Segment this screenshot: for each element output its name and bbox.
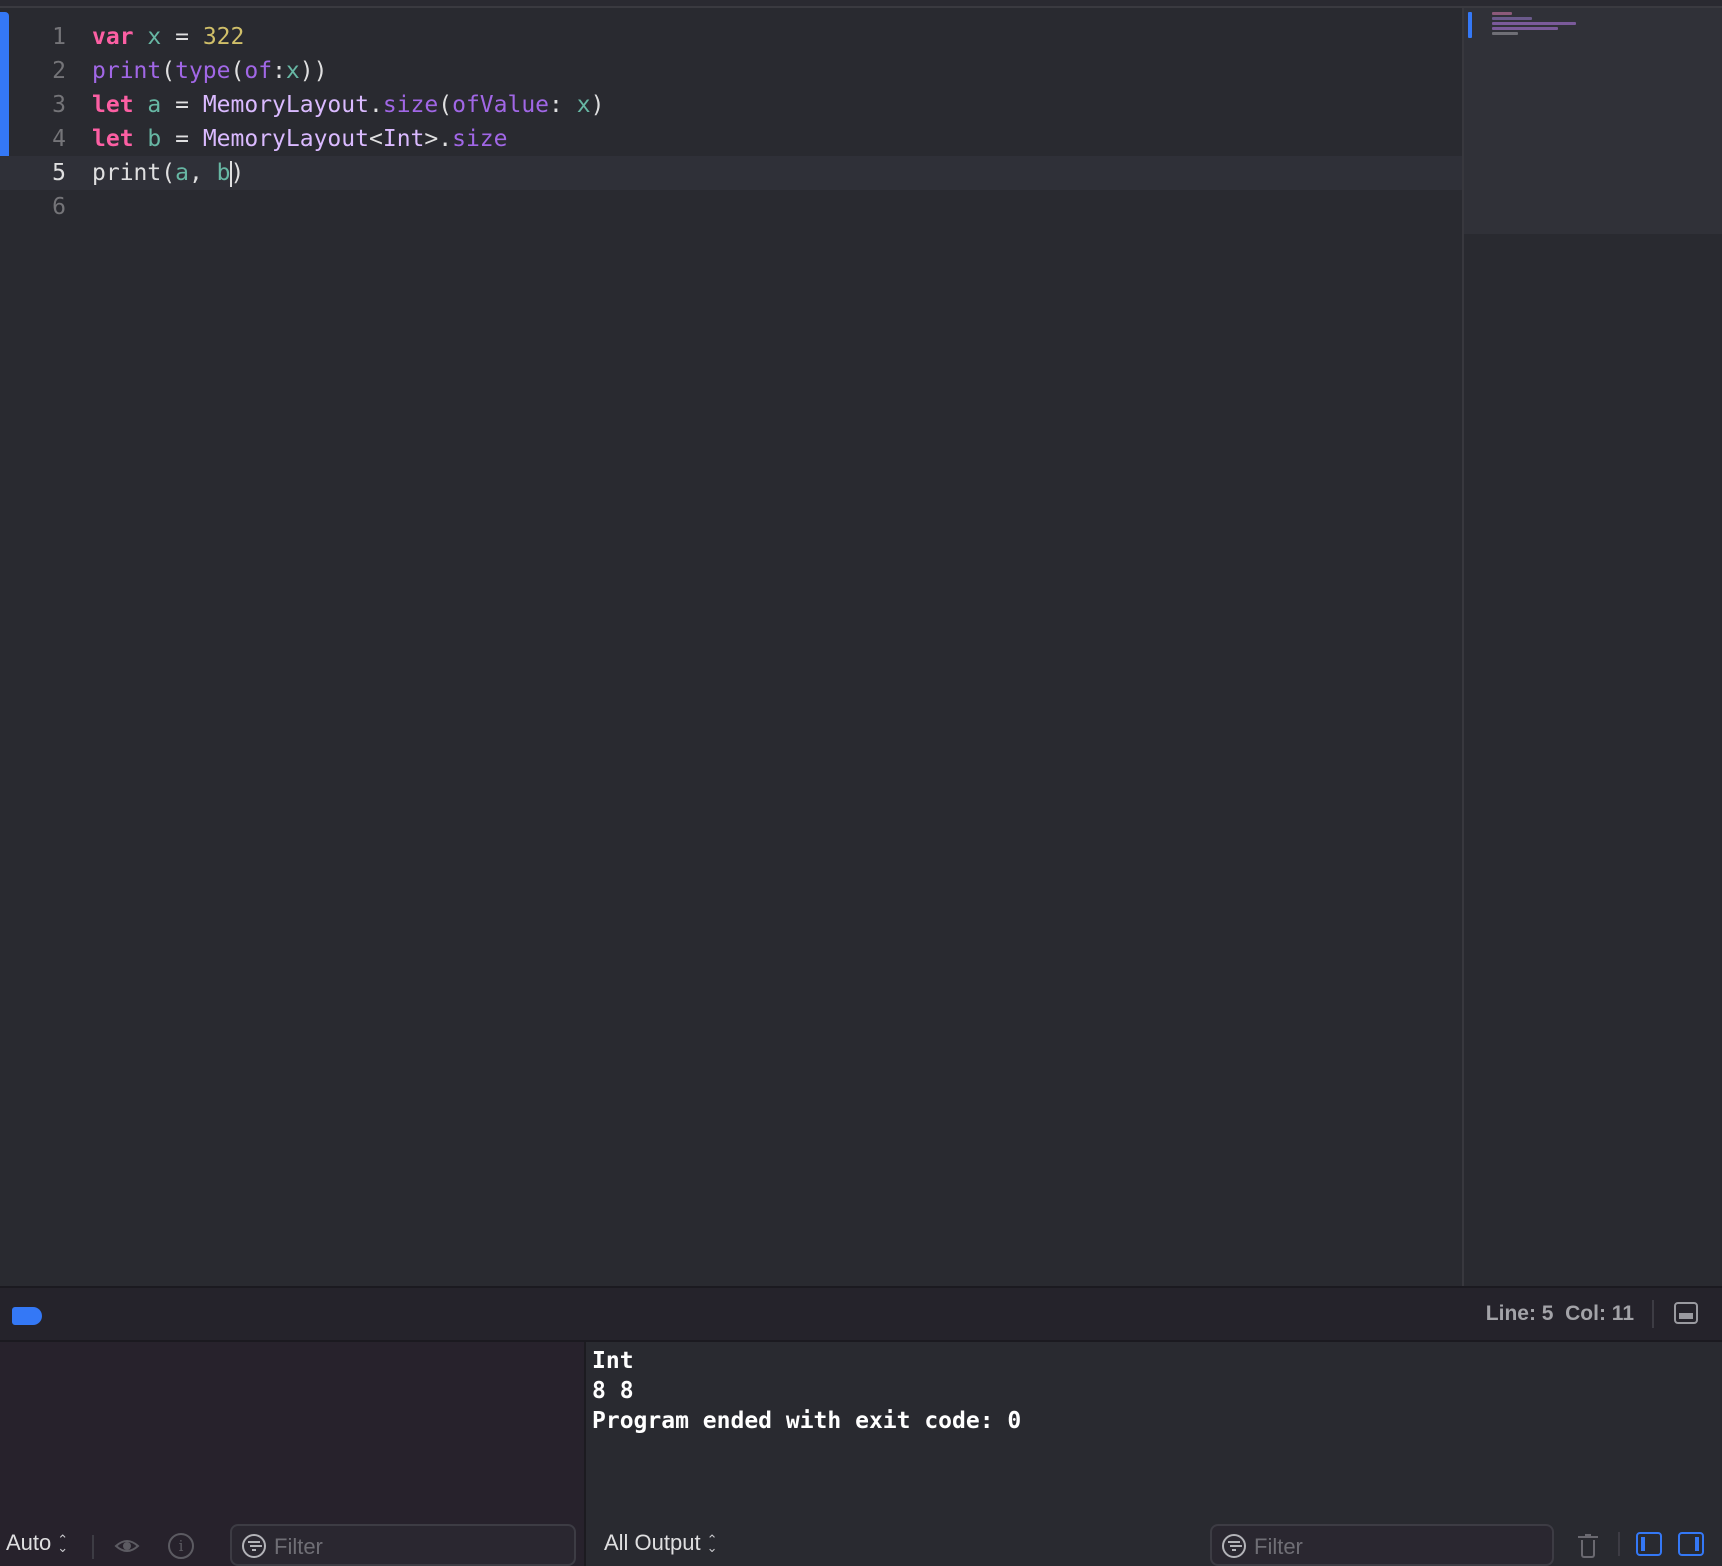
code-token: print [92,160,162,186]
code-token: ( [230,58,245,84]
line-number: 2 [52,58,66,84]
editor-status-bar: Line: 5 Col: 11 [0,1286,1722,1342]
filter-icon [1222,1534,1246,1558]
line-number: 1 [52,24,66,50]
code-token: : [549,92,577,118]
code-token: . [368,92,383,118]
minimap[interactable] [1462,8,1722,1286]
console-view[interactable]: Int 8 8 Program ended with exit code: 0 Al… [588,1342,1722,1566]
minimap-line [1492,12,1512,15]
code-text: print(type(of:x)) [92,54,327,88]
line-number: 5 [52,160,66,186]
code-token: ( [438,92,453,118]
code-token: Int [382,126,425,152]
code-token: >. [424,126,453,152]
variables-filter-field[interactable]: Filter [230,1524,576,1566]
trash-icon[interactable] [1578,1534,1598,1558]
console-line: Program ended with exit code: 0 [592,1408,1022,1434]
code-token: = [161,92,203,118]
toolbar-divider [1618,1532,1620,1556]
code-line[interactable]: 1 var x = 322 [0,20,1462,54]
code-token: size [382,92,439,118]
eye-icon[interactable] [114,1533,140,1559]
code-token: let [92,92,134,118]
code-token: : [272,58,286,84]
chevron-updown-icon: ⌃ ⌄ [706,1532,718,1556]
line-number: 6 [52,194,66,220]
code-text: var x = 322 [92,20,244,54]
minimap-change-bar [1468,12,1472,38]
code-token: type [175,58,231,84]
console-line: 8 8 [592,1378,634,1404]
minimap-line [1492,27,1558,30]
code-token: b [216,160,231,186]
code-text: let a = MemoryLayout.size(ofValue: x) [92,88,604,122]
code-line[interactable]: 3 let a = MemoryLayout.size(ofValue: x) [0,88,1462,122]
code-token: = [161,24,203,50]
line-number: 3 [52,92,66,118]
source-editor[interactable]: 1 var x = 322 2 print(type(of:x)) 3 let a = M… [0,8,1462,1286]
window-top-edge [0,0,1722,8]
scope-select[interactable]: Auto ⌃ ⌄ [6,1530,68,1556]
code-token: ( [161,58,176,84]
console-line: Int [592,1348,634,1374]
code-token: var [92,24,134,50]
code-token: x [147,24,162,50]
code-token: let [92,126,134,152]
info-icon[interactable]: i [168,1533,194,1559]
show-console-icon[interactable] [1678,1532,1704,1556]
code-token: size [452,126,508,152]
code-token: < [368,126,383,152]
minimap-line [1492,32,1518,35]
code-token: , [188,160,217,186]
breakpoint-indicator-icon[interactable] [12,1307,42,1325]
code-token: x [576,92,591,118]
line-indicator: Line: 5 [1485,1302,1554,1325]
code-text: let b = MemoryLayout<Int>.size [92,122,507,156]
code-token: ( [161,160,176,186]
show-variables-icon[interactable] [1636,1532,1662,1556]
output-select[interactable]: All Output ⌃ ⌄ [604,1530,718,1556]
code-line[interactable]: 2 print(type(of:x)) [0,54,1462,88]
code-line[interactable]: 5 print(a, b) [0,156,1462,190]
output-select-label: All Output [604,1530,701,1555]
minimap-line [1492,22,1576,25]
chevron-updown-icon: ⌃ ⌄ [57,1532,69,1556]
console-filter-field[interactable]: Filter [1210,1524,1554,1566]
code-token: ) [230,160,245,186]
cursor-position: Line: 5 Col: 11 [1486,1302,1634,1326]
toggle-debug-area-icon[interactable] [1674,1302,1698,1324]
code-token: ofValue [452,92,550,118]
code-text: print(a, b) [92,156,244,190]
code-token: b [147,126,162,152]
code-token: a [147,92,162,118]
code-token: of [244,58,273,84]
code-token: )) [299,58,328,84]
code-token: ) [590,92,605,118]
code-token: x [285,58,300,84]
minimap-viewport[interactable] [1464,8,1722,234]
scope-select-label: Auto [6,1530,52,1555]
column-indicator: Col: 11 [1565,1302,1634,1325]
toolbar-divider [92,1535,94,1559]
code-token: 322 [202,24,245,50]
console-filter-placeholder: Filter [1254,1534,1303,1559]
code-line[interactable]: 4 let b = MemoryLayout<Int>.size [0,122,1462,156]
filter-icon [242,1534,266,1558]
variables-filter-placeholder: Filter [274,1534,323,1559]
console-output: Int 8 8 Program ended with exit code: 0 [592,1346,1021,1436]
code-token: a [175,160,189,186]
code-token: MemoryLayout [202,92,369,118]
variables-view[interactable]: Auto ⌃ ⌄ i Filter [0,1342,586,1566]
status-divider [1652,1300,1654,1328]
code-line[interactable]: 6 [0,190,1462,224]
code-token: = [161,126,203,152]
minimap-line [1492,17,1532,20]
line-number: 4 [52,126,66,152]
code-token: print [92,58,162,84]
code-token: MemoryLayout [202,126,369,152]
